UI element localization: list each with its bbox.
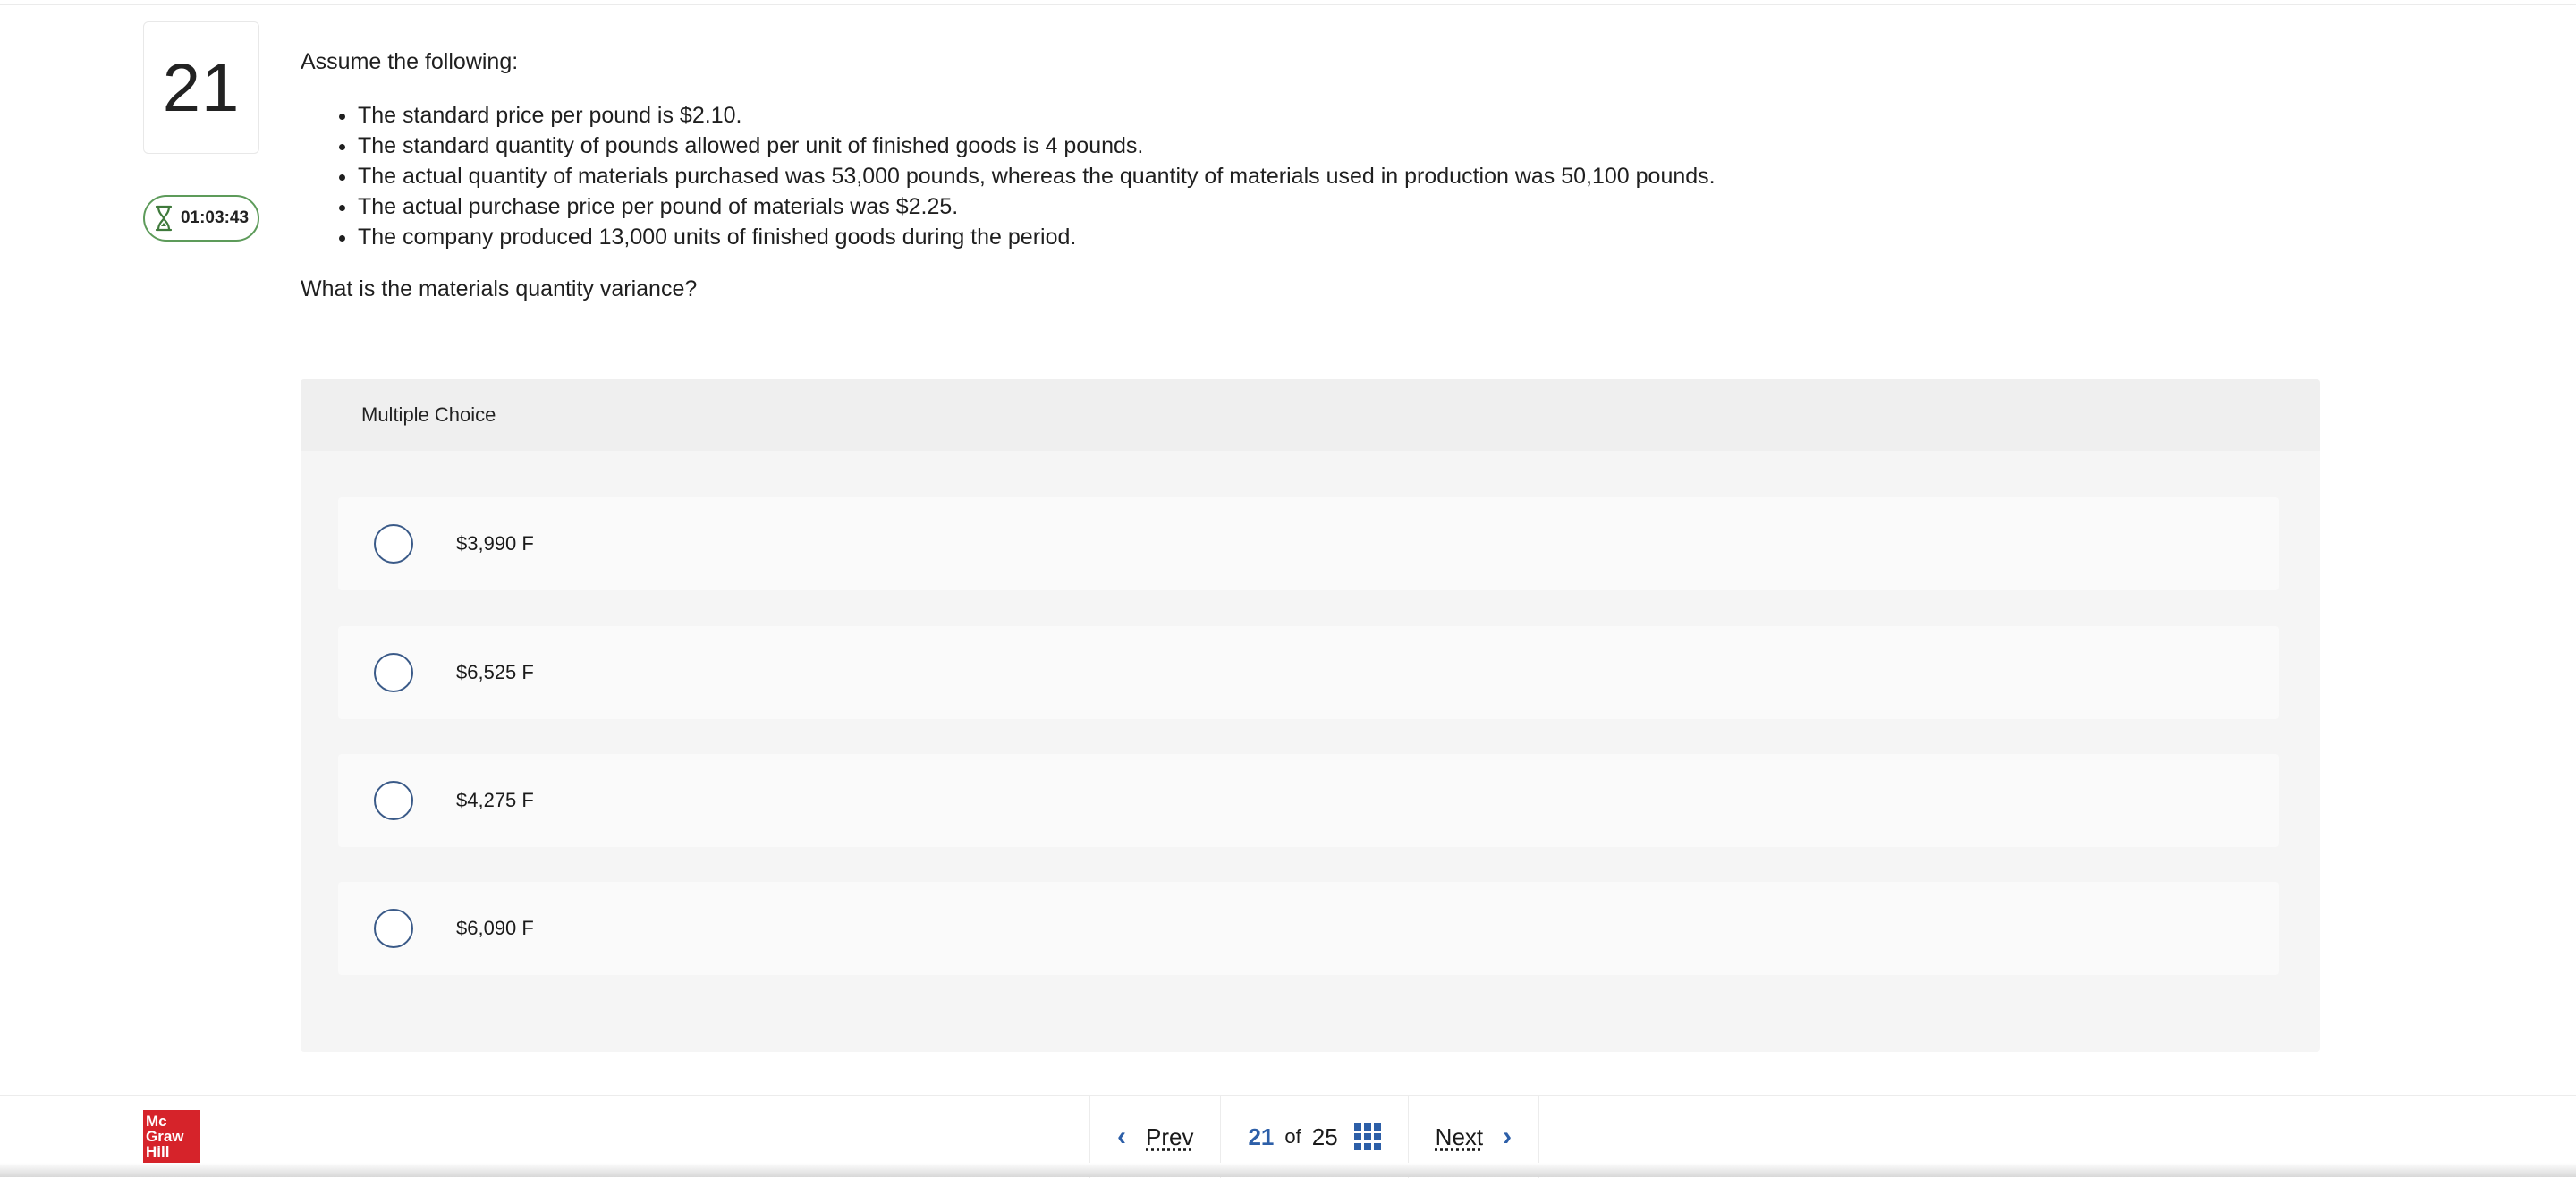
- top-divider: [0, 0, 2576, 5]
- assumption-list: The standard price per pound is $2.10. T…: [301, 100, 2358, 252]
- assumption-item: The company produced 13,000 units of fin…: [358, 222, 2358, 252]
- next-label[interactable]: Next: [1436, 1123, 1483, 1151]
- current-page: 21: [1248, 1123, 1275, 1150]
- window-bottom-edge: [0, 1163, 2576, 1177]
- radio-button[interactable]: [374, 524, 413, 564]
- question-body: Assume the following: The standard price…: [301, 47, 2358, 304]
- multiple-choice-panel: Multiple Choice $3,990 F $6,525 F $4,275…: [301, 379, 2320, 1052]
- radio-button[interactable]: [374, 909, 413, 948]
- total-pages: 25: [1311, 1123, 1338, 1150]
- answer-choice-1[interactable]: $3,990 F: [338, 497, 2279, 590]
- hourglass-icon: [155, 205, 173, 232]
- radio-button[interactable]: [374, 781, 413, 820]
- assumption-item: The standard quantity of pounds allowed …: [358, 131, 2358, 161]
- question-number: 21: [143, 21, 259, 154]
- answer-choice-2[interactable]: $6,525 F: [338, 626, 2279, 719]
- timer-badge: 01:03:43: [143, 195, 259, 242]
- question-prompt: What is the materials quantity variance?: [301, 276, 698, 301]
- choice-label: $4,275 F: [456, 789, 534, 811]
- radio-button[interactable]: [374, 653, 413, 692]
- choice-label: $3,990 F: [456, 532, 534, 555]
- chevron-right-icon: ›: [1503, 1122, 1513, 1151]
- prev-label[interactable]: Prev: [1146, 1123, 1193, 1151]
- choice-label: $6,525 F: [456, 661, 534, 683]
- choice-label: $6,090 F: [456, 917, 534, 939]
- assumption-item: The actual quantity of materials purchas…: [358, 161, 2358, 191]
- mcgraw-hill-logo: Mc Graw Hill: [143, 1110, 200, 1167]
- timer-value: 01:03:43: [180, 208, 250, 227]
- answer-choice-3[interactable]: $4,275 F: [338, 754, 2279, 847]
- question-intro: Assume the following:: [301, 49, 519, 74]
- answer-choice-4[interactable]: $6,090 F: [338, 882, 2279, 975]
- answer-type-header: Multiple Choice: [301, 379, 2320, 451]
- assumption-item: The actual purchase price per pound of m…: [358, 191, 2358, 222]
- grid-icon[interactable]: [1353, 1123, 1381, 1150]
- chevron-left-icon: ‹: [1117, 1122, 1126, 1151]
- page-of-label: of: [1284, 1125, 1301, 1148]
- assumption-item: The standard price per pound is $2.10.: [358, 100, 2358, 131]
